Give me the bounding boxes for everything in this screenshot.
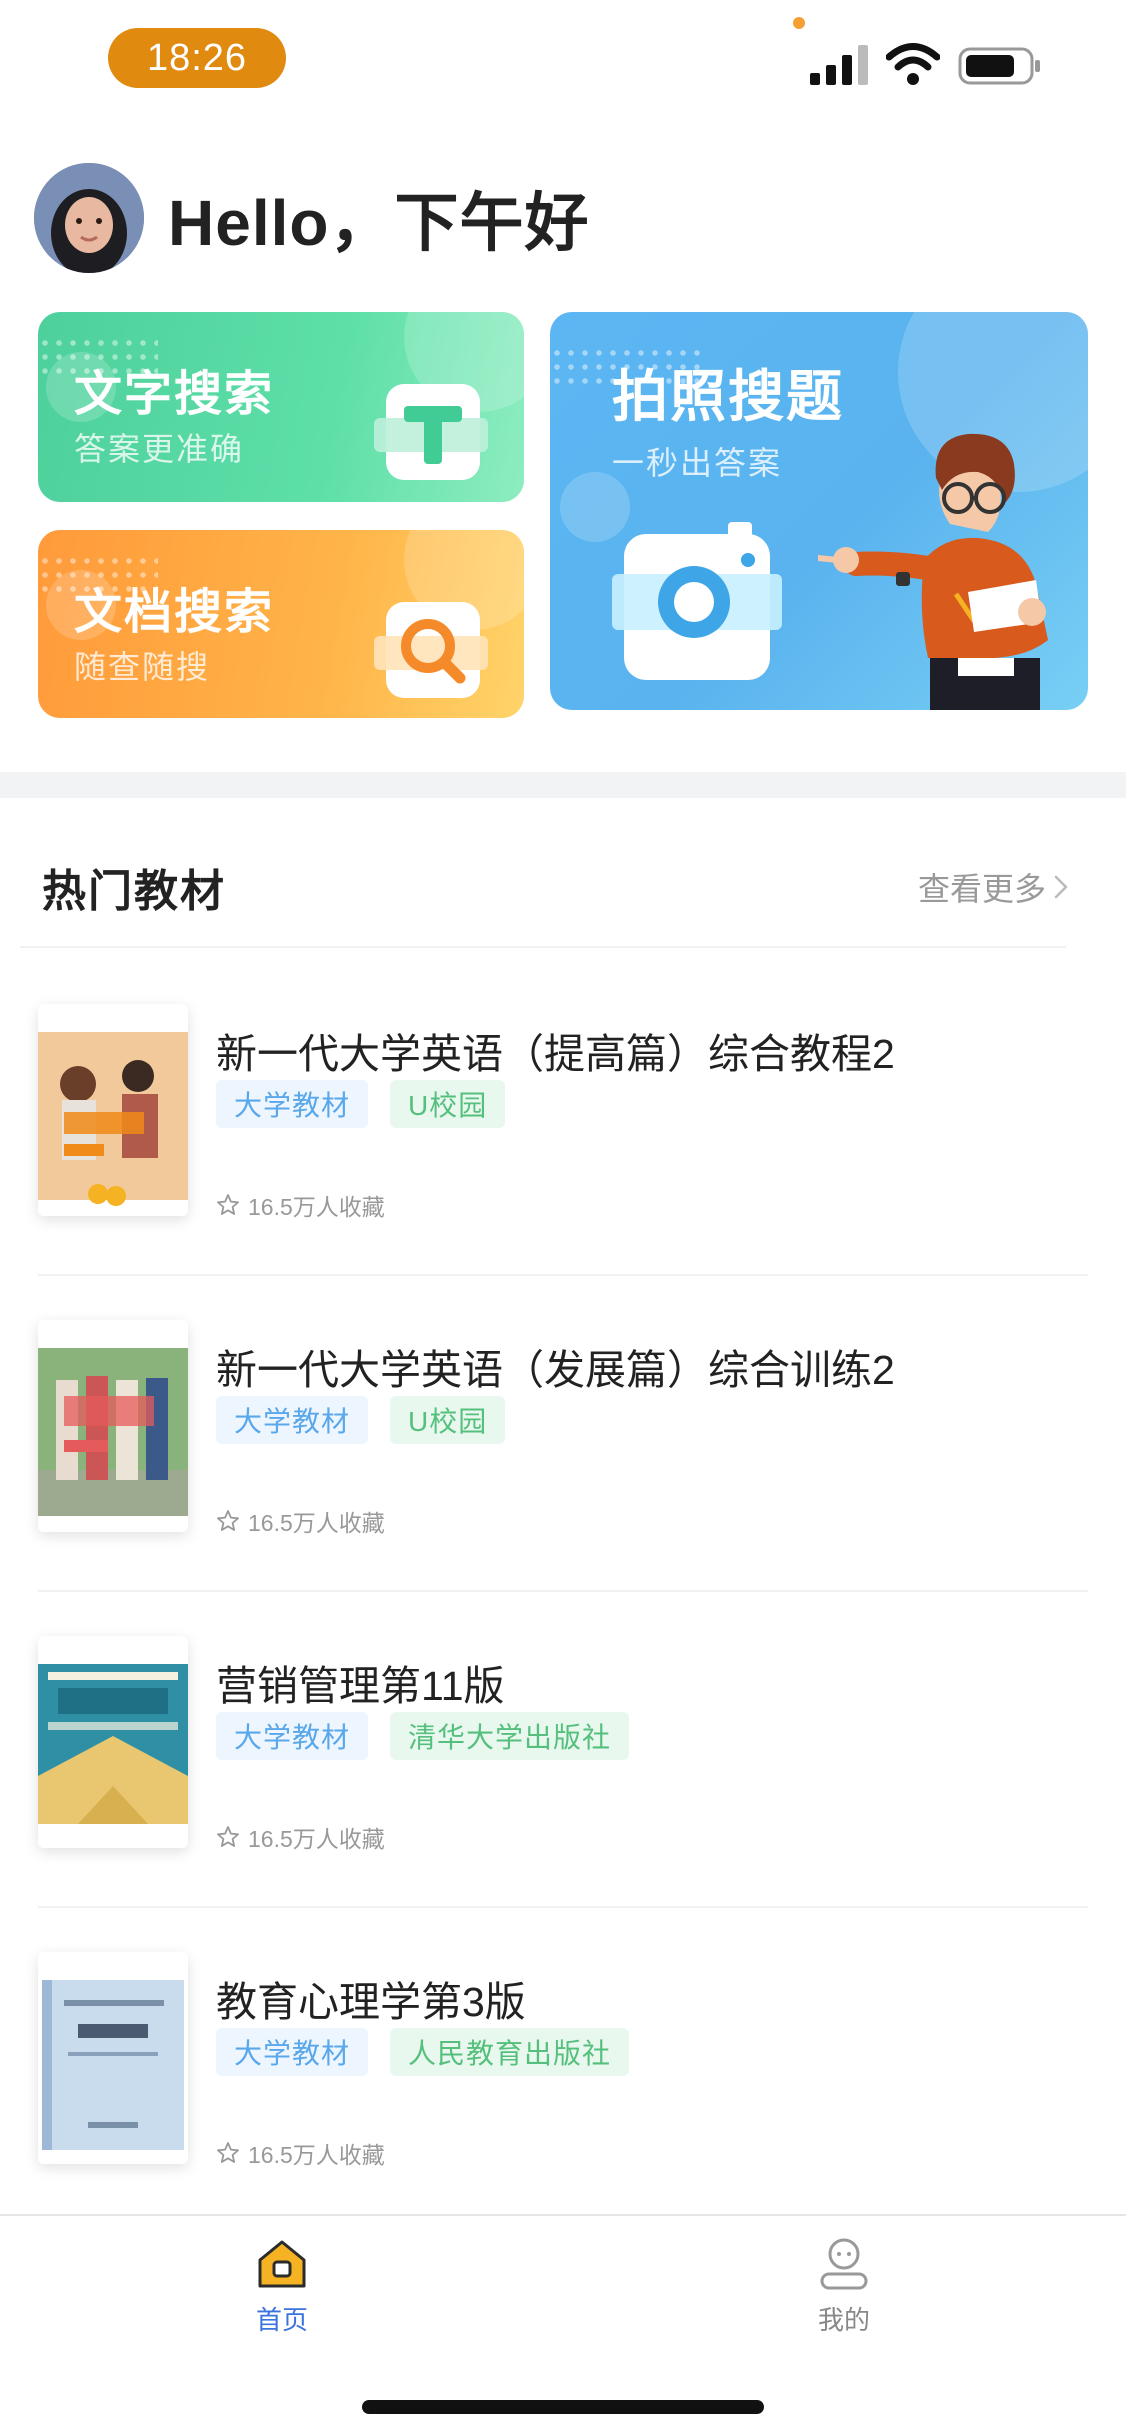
favorite-count: 16.5万人收藏 [248, 2142, 385, 2168]
chevron-right-icon [1054, 875, 1068, 899]
book-tag: 大学教材 [216, 1080, 369, 1128]
doc-search-title: 文档搜索 [74, 586, 275, 639]
wifi-icon [886, 43, 940, 85]
view-more-link[interactable]: 查看更多 [918, 864, 1068, 910]
tab-home[interactable]: 首页 [222, 2236, 342, 2337]
book-list-item[interactable]: 营销管理第11版 大学教材 清华大学出版社 16.5万人收藏 [38, 1636, 1088, 1952]
book-tag: 大学教材 [216, 1712, 369, 1760]
book-cover [38, 1320, 188, 1532]
cellular-signal-icon [810, 45, 868, 85]
favorite-count: 16.5万人收藏 [248, 1510, 385, 1536]
photo-search-card[interactable]: 拍照搜题 一秒出答案 [550, 312, 1088, 710]
greeting-text: Hello，下午好 [168, 187, 590, 259]
book-title: 新一代大学英语（提高篇）综合教程2 [216, 1031, 895, 1077]
favorite-count: 16.5万人收藏 [248, 1826, 385, 1852]
book-title: 新一代大学英语（发展篇）综合训练2 [216, 1347, 895, 1393]
tab-home-label: 首页 [255, 2305, 308, 2335]
hot-books-title: 热门教材 [42, 867, 226, 916]
user-avatar[interactable] [34, 163, 144, 273]
section-divider [0, 772, 1126, 798]
star-icon [217, 2142, 239, 2163]
text-search-title: 文字搜索 [74, 368, 275, 421]
book-title: 营销管理第11版 [216, 1663, 505, 1709]
profile-icon [820, 2238, 868, 2290]
row-separator [38, 1590, 1088, 1592]
view-more-label: 查看更多 [917, 871, 1046, 907]
star-icon [217, 1194, 239, 1215]
book-tag: U校园 [390, 1080, 506, 1128]
photo-search-title: 拍照搜题 [612, 365, 844, 428]
text-search-card[interactable]: 文字搜索 答案更准确 [38, 312, 524, 502]
text-t-icon [374, 384, 488, 480]
book-tag: 大学教材 [216, 1396, 369, 1444]
book-tag: 大学教材 [216, 2028, 369, 2076]
home-icon [258, 2240, 306, 2288]
status-time: 18:26 [108, 28, 286, 88]
book-title: 教育心理学第3版 [216, 1979, 526, 2025]
teacher-illustration [818, 433, 1048, 710]
favorite-count: 16.5万人收藏 [248, 1194, 385, 1220]
text-search-subtitle: 答案更准确 [74, 431, 245, 467]
row-separator [38, 1274, 1088, 1276]
privacy-indicator-dot [793, 17, 805, 29]
photo-search-subtitle: 一秒出答案 [612, 445, 783, 481]
battery-icon [958, 47, 1040, 85]
magnifier-doc-icon [374, 602, 488, 698]
book-tag: 人民教育出版社 [390, 2028, 630, 2076]
status-bar: 18:26 [0, 0, 1126, 110]
tab-mine-label: 我的 [817, 2305, 870, 2335]
row-separator [38, 1906, 1088, 1908]
book-list-item[interactable]: 新一代大学英语（发展篇）综合训练2 大学教材 U校园 16.5万人收藏 [38, 1320, 1088, 1636]
book-cover [38, 1636, 188, 1848]
book-list-item[interactable]: 新一代大学英语（提高篇）综合教程2 大学教材 U校园 16.5万人收藏 [38, 1004, 1088, 1320]
tab-mine[interactable]: 我的 [784, 2236, 904, 2337]
doc-search-subtitle: 随查随搜 [74, 649, 211, 685]
book-cover [38, 1952, 188, 2164]
star-icon [217, 1510, 239, 1531]
home-indicator [362, 2400, 764, 2414]
book-tag: U校园 [390, 1396, 506, 1444]
star-icon [217, 1826, 239, 1847]
camera-icon [612, 522, 782, 680]
book-tag: 清华大学出版社 [390, 1712, 630, 1760]
section-separator [20, 946, 1066, 948]
doc-search-card[interactable]: 文档搜索 随查随搜 [38, 530, 524, 718]
greeting-row: Hello，下午好 [34, 162, 589, 274]
book-cover [38, 1004, 188, 1216]
